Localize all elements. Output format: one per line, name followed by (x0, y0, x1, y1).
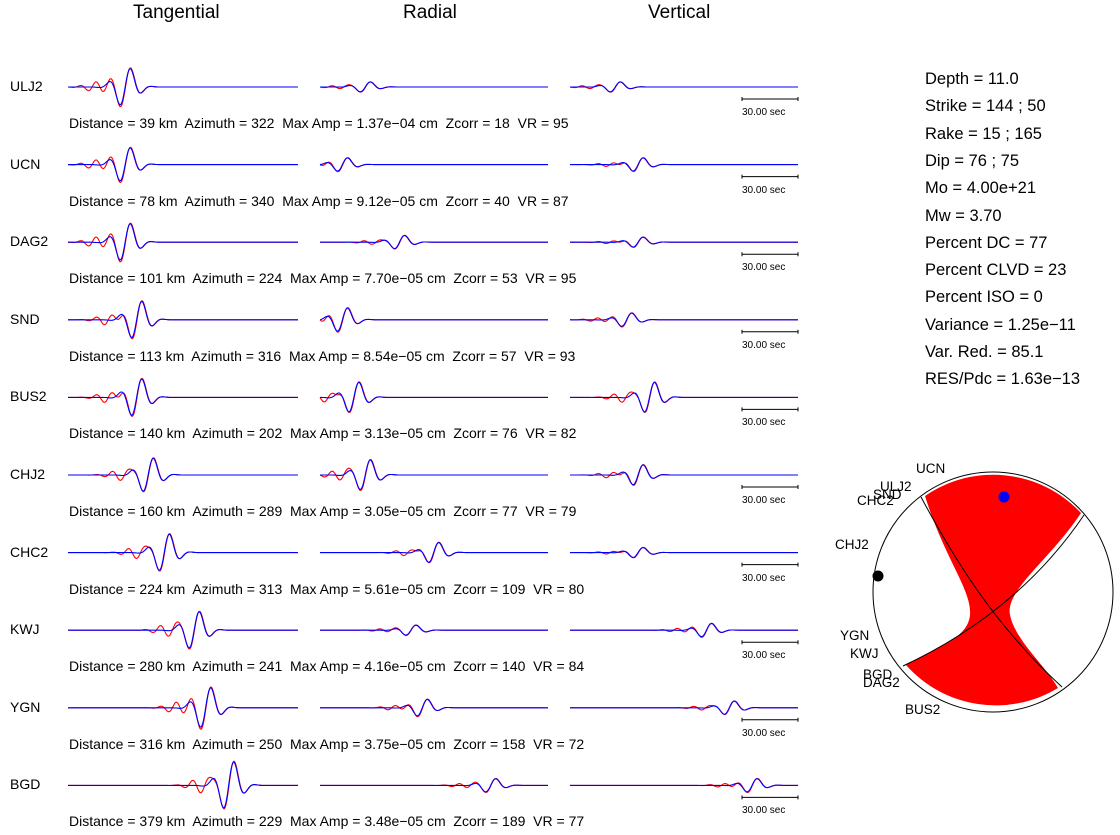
beachball-label: CHJ2 (835, 537, 869, 552)
station-polarity-down (872, 570, 884, 582)
beachball (872, 471, 1114, 713)
beachball-label: YGN (840, 628, 870, 643)
beachball-label: CHC2 (857, 493, 894, 508)
beachball-label: BUS2 (905, 702, 941, 717)
beachball-label: DAG2 (863, 675, 900, 690)
station-polarity-up (998, 491, 1010, 503)
beachball-label: UCN (916, 461, 946, 476)
beachball-label: KWJ (850, 646, 879, 661)
